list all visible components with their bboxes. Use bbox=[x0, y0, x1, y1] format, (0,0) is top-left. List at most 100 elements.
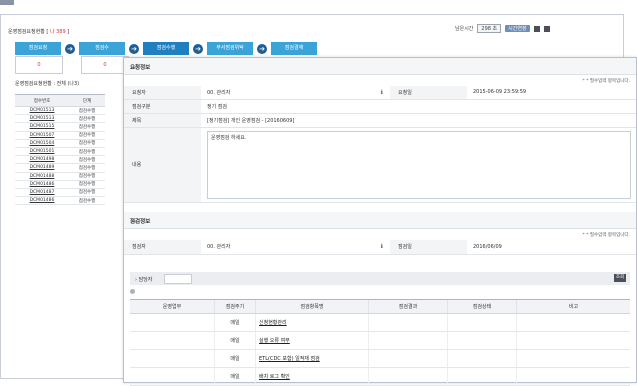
column-header: 점검상태 bbox=[447, 299, 517, 314]
request-id-link[interactable]: DCM01486 bbox=[15, 180, 69, 189]
cycle-cell: 매일 bbox=[214, 313, 256, 332]
settings-icon[interactable] bbox=[130, 289, 135, 294]
step-delegate[interactable]: 무서점검위탁 bbox=[207, 42, 253, 55]
column-header: 단계 bbox=[68, 94, 105, 107]
column-header: 점검주기 bbox=[214, 299, 256, 314]
request-id-link[interactable]: DCM01507 bbox=[15, 131, 69, 140]
stage-cell: 점검수행 bbox=[68, 188, 105, 198]
request-id-link[interactable]: DCM01513 bbox=[15, 106, 69, 116]
stage-cell: 점검수행 bbox=[68, 172, 105, 181]
request-id-link[interactable]: DCM01513 bbox=[15, 114, 69, 124]
page-title-end: ] bbox=[67, 29, 70, 35]
assignee-input[interactable] bbox=[164, 274, 192, 284]
table-row[interactable]: DCM01498 점검수행 bbox=[15, 155, 105, 165]
extend-button[interactable]: 시간연장 bbox=[505, 25, 530, 32]
refresh-icon[interactable] bbox=[533, 25, 540, 32]
stage-cell: 점검수행 bbox=[68, 114, 105, 124]
close-icon[interactable] bbox=[543, 25, 550, 32]
table-row[interactable]: DCM01486 점검수행 bbox=[15, 180, 105, 189]
request-section-header[interactable]: 요청정보 ︿ bbox=[124, 58, 636, 75]
table-row[interactable]: DCM01486 점검수행 bbox=[15, 196, 105, 206]
request-id-link[interactable]: DCM01515 bbox=[15, 122, 69, 132]
request-id-link[interactable]: DCM01501 bbox=[15, 147, 69, 157]
info-icon[interactable]: ℹ bbox=[381, 89, 383, 96]
table-row[interactable]: DCM01489 점검수행 bbox=[15, 163, 105, 173]
step-request[interactable]: 점검요청 bbox=[15, 42, 61, 55]
chevron-up-icon[interactable]: ︿ bbox=[130, 215, 628, 225]
request-id-link[interactable]: DCM01489 bbox=[15, 163, 69, 173]
table-row[interactable]: DCM01513 점검수행 bbox=[15, 114, 105, 124]
required-note: * * 필수입력 항목입니다. bbox=[582, 79, 631, 84]
content-textarea[interactable]: 운영점검 하세요. bbox=[207, 130, 631, 199]
note-cell bbox=[516, 313, 630, 332]
inspector-field: 00. 관리자 ℹ bbox=[201, 240, 390, 255]
table-row[interactable]: DCM01501 점검수행 bbox=[15, 147, 105, 157]
result-cell bbox=[368, 331, 448, 350]
requester-field: 00. 관리자 ℹ bbox=[201, 86, 390, 100]
list-subtitle: 운영점검요청현황 : 전체 (나3) bbox=[15, 81, 80, 87]
request-id-link[interactable]: DCM01488 bbox=[15, 172, 69, 181]
stage-cell: 점검수행 bbox=[68, 139, 105, 148]
step-receive[interactable]: 점검수 bbox=[79, 42, 125, 55]
page-title-count: 나 389 bbox=[49, 29, 66, 35]
request-id-link[interactable]: DCM01498 bbox=[15, 155, 69, 165]
stage-cell: 점검수행 bbox=[68, 106, 105, 116]
arrow-right-icon: ➔ bbox=[129, 43, 139, 54]
request-id-link[interactable]: DCM01486 bbox=[15, 196, 69, 206]
table-row[interactable]: DCM01513 점검수행 bbox=[15, 106, 105, 116]
top-bar bbox=[0, 0, 637, 14]
inspector-label: 점검자 bbox=[124, 240, 201, 255]
column-header: 점검결과 bbox=[368, 299, 448, 314]
step-request-count[interactable]: 0 bbox=[15, 56, 63, 74]
request-form: 요청자 00. 관리자 ℹ 요청일 2015-06-09 23:59:59 점검구… bbox=[124, 86, 636, 203]
type-label: 점검구분 bbox=[124, 99, 201, 114]
table-row[interactable]: 매일 실행 오류 여부 bbox=[130, 331, 630, 350]
column-header: 접수번호 bbox=[15, 94, 69, 107]
request-date-value: 2015-06-09 23:59:59 bbox=[467, 86, 636, 100]
task-cell bbox=[130, 331, 215, 350]
remain-label: 남은시간 bbox=[455, 26, 474, 32]
stage-cell: 점검수행 bbox=[68, 155, 105, 165]
required-note-text: * 필수입력 항목입니다. bbox=[586, 79, 630, 84]
table-row[interactable]: DCM01504 점검수행 bbox=[15, 139, 105, 148]
content-label: 내용 bbox=[124, 127, 201, 203]
note-cell bbox=[516, 331, 630, 350]
stage-cell: 점검수행 bbox=[68, 131, 105, 140]
item-link[interactable]: ETL(CDC 포함) 일적재 점검 bbox=[255, 349, 369, 368]
chevron-up-icon[interactable]: ︿ bbox=[130, 61, 628, 71]
inspection-date-value[interactable]: 2016/06/09 bbox=[467, 240, 636, 255]
status-cell bbox=[447, 331, 517, 350]
arrow-right-icon: ➔ bbox=[257, 43, 267, 54]
stage-cell: 점검수행 bbox=[68, 122, 105, 132]
info-icon[interactable]: ℹ bbox=[381, 243, 383, 250]
request-list-table: 접수번호 단계 DCM01513 점검수행 DCM01513 점검수행 DCM015… bbox=[15, 94, 105, 206]
table-row[interactable]: DCM01515 점검수행 bbox=[15, 122, 105, 132]
inspection-date-label: 점검일 bbox=[390, 240, 467, 255]
status-cell bbox=[447, 349, 517, 368]
table-row[interactable]: DCM01487 점검수행 bbox=[15, 188, 105, 198]
step-approve[interactable]: 점검결재 bbox=[271, 42, 317, 55]
search-button[interactable]: 조회 bbox=[614, 274, 626, 282]
stage-cell: 점검수행 bbox=[68, 196, 105, 206]
task-cell bbox=[130, 349, 215, 368]
step-perform[interactable]: 점검수행 bbox=[143, 42, 189, 55]
inspection-section-header[interactable]: 점검정보 ︿ bbox=[124, 212, 636, 229]
table-row[interactable]: 매일 ETL(CDC 포함) 일적재 점검 bbox=[130, 349, 630, 368]
status-cell bbox=[447, 313, 517, 332]
request-id-link[interactable]: DCM01504 bbox=[15, 139, 69, 148]
arrow-right-icon: ➔ bbox=[193, 43, 203, 54]
request-id-link[interactable]: DCM01487 bbox=[15, 188, 69, 198]
table-row[interactable]: DCM01488 점검수행 bbox=[15, 172, 105, 181]
type-value: 정기 점검 bbox=[201, 99, 636, 114]
item-link[interactable]: 신청현황관리 bbox=[255, 313, 369, 332]
table-row[interactable]: DCM01507 점검수행 bbox=[15, 131, 105, 140]
menu-stub[interactable] bbox=[0, 0, 14, 5]
cycle-cell: 매일 bbox=[214, 331, 256, 350]
workflow-steps: 점검요청 ➔ 점검수 ➔ 점검수행 ➔ 무서점검위탁 ➔ 점검결재 bbox=[15, 42, 317, 55]
step-receive-count[interactable]: 0 bbox=[81, 56, 129, 74]
table-row[interactable]: 매일 신청현황관리 bbox=[130, 313, 630, 332]
column-header: 점검항목명 bbox=[255, 299, 369, 314]
item-link[interactable]: 실행 오류 여부 bbox=[255, 331, 369, 350]
requester-label: 요청자 bbox=[124, 86, 201, 100]
expand-icon[interactable]: › bbox=[135, 277, 137, 283]
